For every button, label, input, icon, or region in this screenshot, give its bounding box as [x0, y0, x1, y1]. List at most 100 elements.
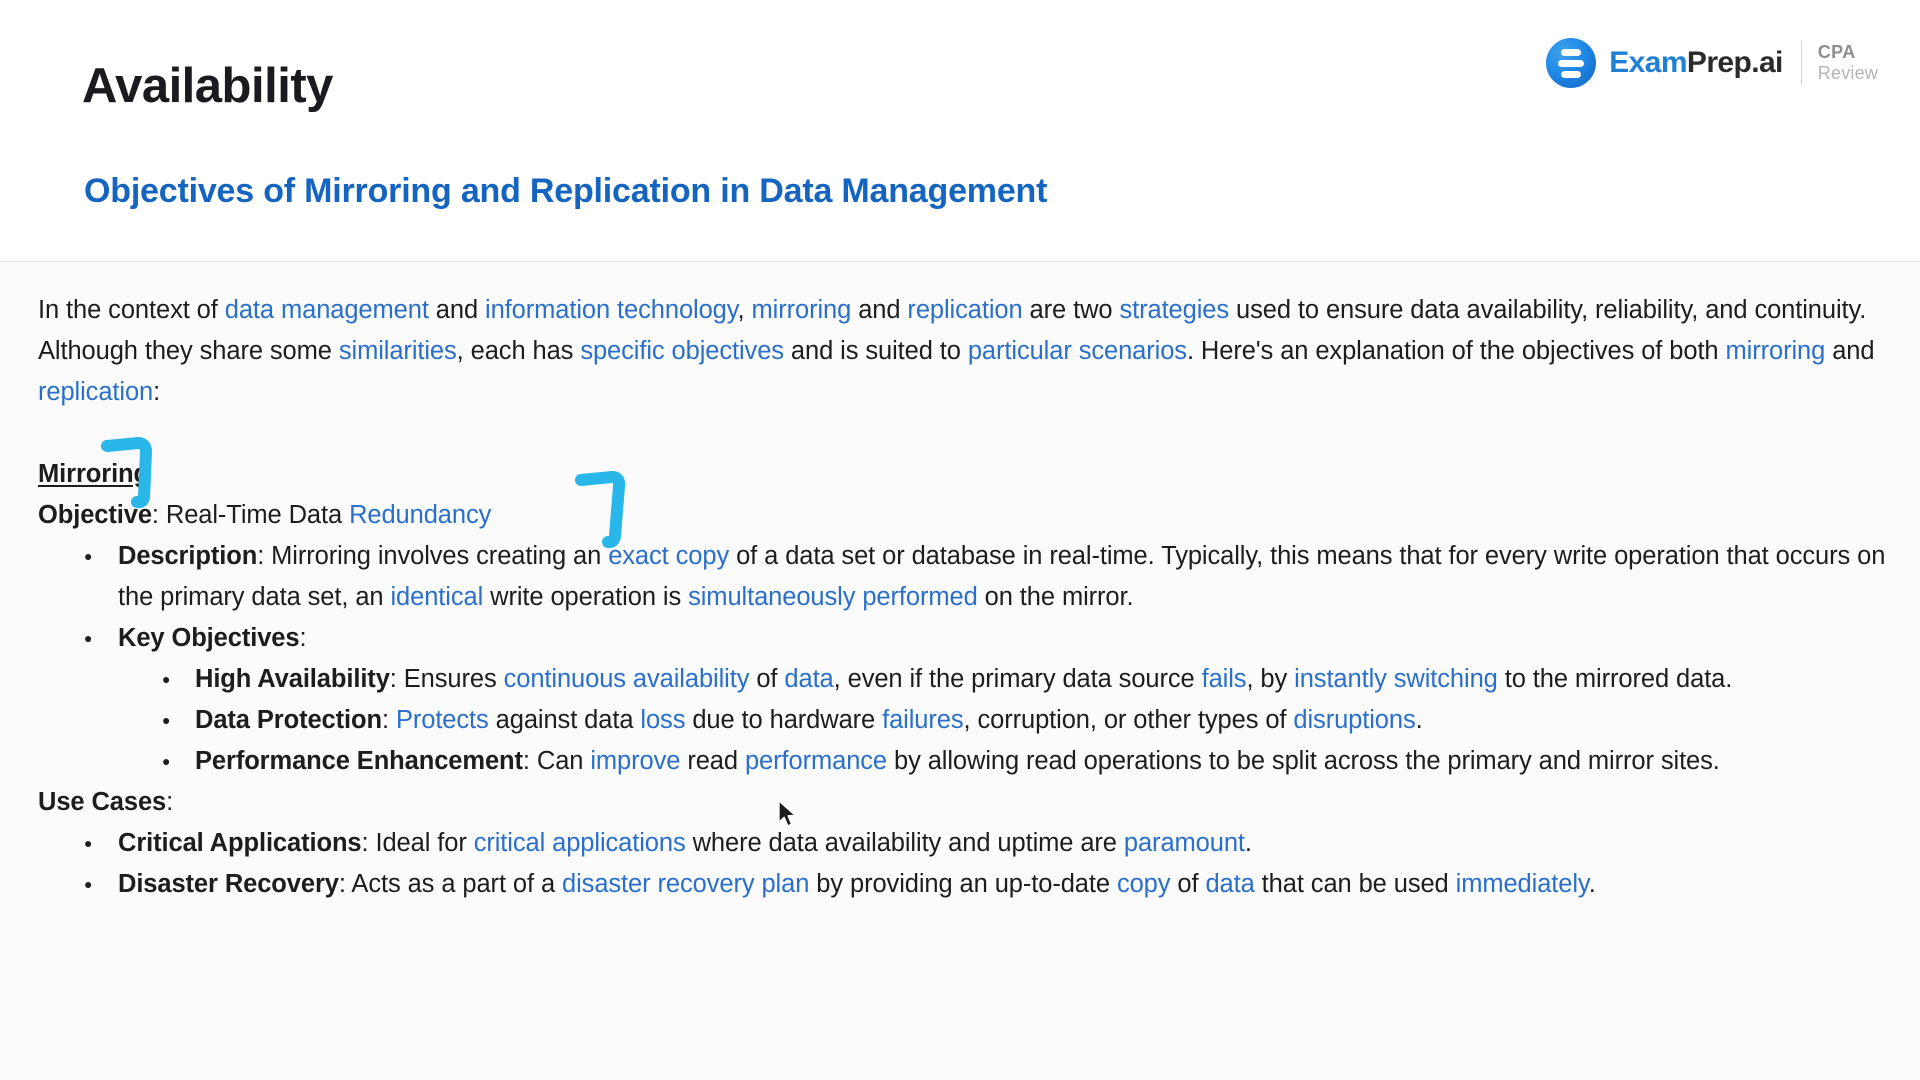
link-specific-objectives[interactable]: specific objectives: [580, 337, 784, 365]
use-cases-heading: Use Cases:: [38, 782, 1894, 823]
link-particular-scenarios[interactable]: particular scenarios: [968, 337, 1187, 365]
link-information-technology[interactable]: information technology: [485, 296, 738, 324]
link-protects[interactable]: Protects: [396, 706, 489, 734]
link-loss[interactable]: loss: [640, 706, 685, 734]
critical-applications-t3: .: [1244, 829, 1252, 857]
link-similarities[interactable]: similarities: [339, 337, 457, 365]
list-item-performance-enhancement: Performance Enhancement: Can improve rea…: [118, 741, 1894, 782]
slide-header: Availability Objectives of Mirroring and…: [0, 0, 1920, 262]
brand-wordmark-part2: Prep.ai: [1686, 46, 1783, 79]
link-paramount[interactable]: paramount: [1124, 829, 1245, 857]
mirroring-bullet-list: Description: Mirroring involves creating…: [38, 536, 1894, 782]
link-copy[interactable]: copy: [1117, 870, 1171, 898]
brand-subtitle-line2: Review: [1817, 63, 1878, 83]
intro-t3: ,: [737, 296, 752, 324]
link-identical[interactable]: identical: [390, 583, 483, 611]
data-protection-t2: against data: [488, 706, 641, 734]
brand-subtitle: CPA Review: [1818, 42, 1878, 84]
high-availability-t3: , even if the primary data source: [833, 665, 1202, 693]
key-objectives-label: Key Objectives: [118, 624, 300, 652]
list-item-disaster-recovery: Disaster Recovery: Acts as a part of a d…: [38, 864, 1894, 905]
high-availability-label: High Availability: [195, 665, 390, 693]
disaster-recovery-t3: of: [1170, 870, 1206, 898]
list-item-description: Description: Mirroring involves creating…: [38, 536, 1894, 618]
link-exact-copy[interactable]: exact copy: [608, 542, 729, 570]
link-mirroring[interactable]: mirroring: [752, 296, 852, 324]
mirroring-heading: Mirroring: [38, 454, 1894, 495]
brand-logo[interactable]: ExamPrep.ai CPA Review: [1546, 36, 1878, 90]
high-availability-t4: , by: [1246, 665, 1295, 693]
link-mirroring-2[interactable]: mirroring: [1726, 337, 1826, 365]
link-disruptions[interactable]: disruptions: [1293, 706, 1415, 734]
data-protection-label: Data Protection: [195, 706, 382, 734]
list-item-critical-applications: Critical Applications: Ideal for critica…: [38, 823, 1894, 864]
link-strategies[interactable]: strategies: [1119, 296, 1229, 324]
list-item-data-protection: Data Protection: Protects against data l…: [118, 700, 1894, 741]
link-critical-applications[interactable]: critical applications: [474, 829, 686, 857]
link-replication[interactable]: replication: [907, 296, 1022, 324]
link-failures[interactable]: failures: [882, 706, 964, 734]
examprep-circle-bars-icon: [1546, 38, 1597, 88]
intro-t2: and: [428, 296, 486, 324]
performance-enhancement-t1: : Can: [522, 747, 591, 775]
slide-page: Availability Objectives of Mirroring and…: [0, 0, 1920, 1080]
link-immediately[interactable]: immediately: [1456, 870, 1589, 898]
link-improve[interactable]: improve: [590, 747, 680, 775]
link-redundancy[interactable]: Redundancy: [349, 501, 491, 529]
link-replication-2[interactable]: replication: [38, 378, 153, 406]
disaster-recovery-t5: .: [1588, 870, 1596, 898]
brand-wordmark: ExamPrep.ai: [1609, 46, 1783, 80]
description-label: Description: [118, 542, 258, 570]
brand-subtitle-line1: CPA: [1817, 41, 1856, 62]
critical-applications-label: Critical Applications: [118, 829, 362, 857]
performance-enhancement-label: Performance Enhancement: [195, 747, 523, 775]
intro-t1: In the context of: [38, 296, 225, 324]
mirroring-heading-text: Mirroring: [38, 460, 150, 488]
intro-paragraph: In the context of data management and in…: [38, 290, 1894, 413]
intro-t9: . Here's an explanation of the objective…: [1186, 337, 1726, 365]
key-objectives-sublist: High Availability: Ensures continuous av…: [118, 659, 1894, 782]
critical-applications-t1: : Ideal for: [361, 829, 474, 857]
intro-t8: and is suited to: [783, 337, 968, 365]
key-objectives-colon: :: [299, 624, 307, 652]
section-title: Objectives of Mirroring and Replication …: [84, 172, 1048, 210]
link-simultaneously-performed[interactable]: simultaneously performed: [688, 583, 978, 611]
intro-t5: are two: [1022, 296, 1120, 324]
objective-text: : Real-Time Data: [151, 501, 350, 529]
intro-t7: , each has: [456, 337, 581, 365]
objective-line: Objective: Real-Time Data Redundancy: [38, 495, 1894, 536]
objective-label: Objective: [38, 501, 152, 529]
disaster-recovery-label: Disaster Recovery: [118, 870, 339, 898]
link-fails[interactable]: fails: [1202, 665, 1247, 693]
high-availability-t5: to the mirrored data.: [1497, 665, 1733, 693]
link-data-2[interactable]: data: [1205, 870, 1254, 898]
use-cases-label: Use Cases: [38, 788, 167, 816]
disaster-recovery-t1: : Acts as a part of a: [338, 870, 563, 898]
description-t4: on the mirror.: [977, 583, 1134, 611]
link-disaster-recovery-plan[interactable]: disaster recovery plan: [562, 870, 809, 898]
brand-divider: [1800, 41, 1802, 85]
data-protection-t5: .: [1415, 706, 1423, 734]
intro-t10: and: [1825, 337, 1875, 365]
link-instantly-switching[interactable]: instantly switching: [1294, 665, 1498, 693]
data-protection-t1: :: [381, 706, 396, 734]
slide-content: In the context of data management and in…: [0, 262, 1920, 1080]
list-item-key-objectives: Key Objectives: High Availability: Ensur…: [38, 618, 1894, 782]
description-t1: : Mirroring involves creating an: [257, 542, 609, 570]
performance-enhancement-t2: read: [680, 747, 745, 775]
intro-t11: :: [153, 378, 161, 406]
data-protection-t3: due to hardware: [685, 706, 883, 734]
link-performance[interactable]: performance: [745, 747, 887, 775]
list-item-high-availability: High Availability: Ensures continuous av…: [118, 659, 1894, 700]
use-cases-list: Critical Applications: Ideal for critica…: [38, 823, 1894, 905]
brand-wordmark-part1: Exam: [1609, 46, 1687, 79]
link-data[interactable]: data: [784, 665, 833, 693]
high-availability-t1: : Ensures: [389, 665, 504, 693]
description-t3: write operation is: [483, 583, 689, 611]
link-data-management[interactable]: data management: [225, 296, 429, 324]
link-continuous-availability[interactable]: continuous availability: [504, 665, 750, 693]
page-title: Availability: [82, 59, 333, 113]
use-cases-colon: :: [166, 788, 174, 816]
critical-applications-t2: where data availability and uptime are: [685, 829, 1124, 857]
